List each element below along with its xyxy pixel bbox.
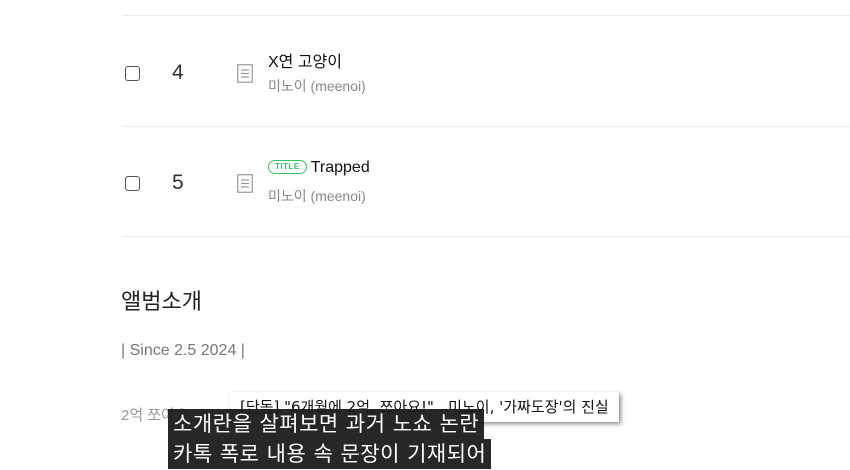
track-artist[interactable]: 미노이 (meenoi) [268, 186, 366, 206]
track-title[interactable]: TITLE Trapped [268, 159, 370, 177]
caption-line: 소개란을 살펴보면 과거 노쇼 논란 [168, 409, 485, 439]
track-checkbox[interactable] [125, 176, 140, 191]
lyrics-icon[interactable] [237, 174, 253, 193]
track-title-text: X연 고양이 [268, 54, 342, 71]
lyrics-icon[interactable] [237, 64, 253, 83]
track-title[interactable]: X연 고양이 [268, 48, 342, 72]
track-row[interactable]: 4 X연 고양이 미노이 (meenoi) [0, 16, 850, 126]
track-number: 4 [172, 61, 184, 84]
track-artist[interactable]: 미노이 (meenoi) [268, 76, 366, 96]
row-divider [122, 236, 850, 237]
album-intro-heading: 앨범소개 [121, 290, 202, 315]
title-badge: TITLE [268, 160, 307, 174]
track-checkbox[interactable] [125, 66, 140, 81]
caption-line: 카톡 폭로 내용 속 문장이 기재되어 [168, 439, 492, 469]
track-row[interactable]: 5 TITLE Trapped 미노이 (meenoi) [0, 127, 850, 237]
track-title-text: Trapped [310, 159, 370, 176]
album-intro-since: | Since 2.5 2024 | [121, 342, 245, 359]
track-number: 5 [172, 171, 184, 194]
